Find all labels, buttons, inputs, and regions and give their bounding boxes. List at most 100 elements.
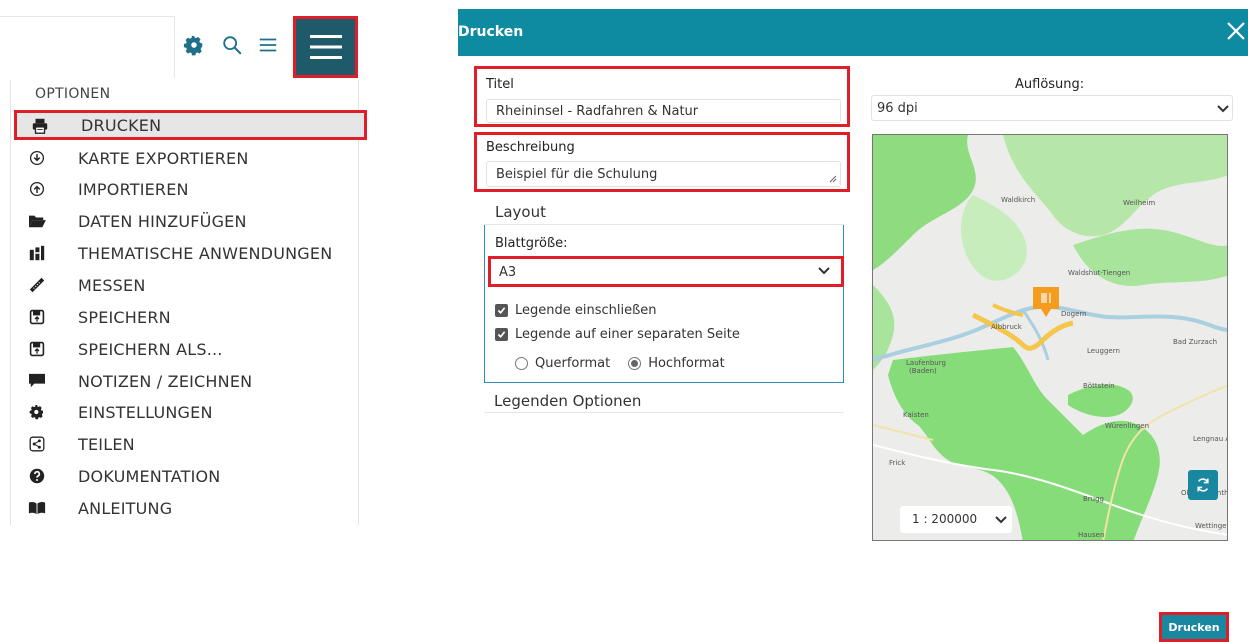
map-label-bottstein: Böttstein [1083,382,1115,390]
menu-item-messen[interactable]: MESSEN [11,269,358,301]
gear-icon [27,403,47,421]
layout-section-title: Layout [495,203,546,221]
map-canvas: Waldkirch Weilheim Waldshut-Tiengen Albb… [873,135,1228,540]
sheet-size-select[interactable]: A3 [488,256,844,287]
menu-item-drucken[interactable]: DRUCKEN [14,110,367,140]
menu-item-dokumentation[interactable]: DOKUMENTATION [11,460,358,492]
question-icon [27,467,47,485]
menu-item-label: DRUCKEN [81,115,162,135]
menu-item-label: NOTIZEN / ZEICHNEN [78,371,253,391]
ruler-icon [27,276,47,294]
menu-item-teilen[interactable]: TEILEN [11,428,358,460]
print-button[interactable]: Drucken [1159,612,1229,642]
chevron-down-icon [1217,105,1229,113]
title-field-group: Titel Rheininsel - Radfahren & Natur [474,66,850,127]
hamburger-icon [309,35,342,59]
map-label-frick: Frick [889,459,906,467]
menu-item-label: MESSEN [78,275,146,295]
menu-item-label: DOKUMENTATION [78,466,221,486]
include-legend-checkbox[interactable] [495,303,508,317]
title-input[interactable]: Rheininsel - Radfahren & Natur [486,99,841,123]
map-label-waldshut: Waldshut-Tiengen [1068,269,1130,277]
menu-item-speichern[interactable]: SPEICHERN [11,301,358,333]
book-icon [27,499,47,517]
portrait-label: Hochformat [648,355,725,371]
printer-icon [30,117,50,135]
menu-item-daten-hinzufuegen[interactable]: DATEN HINZUFÜGEN [11,205,358,237]
dialog-title: Drucken [458,24,524,40]
description-textarea[interactable]: Beispiel für die Schulung [486,161,841,187]
toolbar [0,0,358,80]
menu-item-label: TEILEN [78,434,135,454]
map-label-leuggern: Leuggern [1087,347,1120,355]
chevron-down-icon [995,516,1007,524]
resolution-label: Auflösung: [1015,77,1085,92]
separate-legend-checkbox-row[interactable]: Legende auf einer separaten Seite [495,325,740,343]
map-label-weilheim: Weilheim [1123,199,1155,207]
resize-handle-icon[interactable] [829,175,837,183]
save-icon [27,308,47,326]
folder-open-icon [27,212,47,230]
landscape-radio[interactable] [515,356,528,370]
map-label-wurenlingen: Würenlingen [1105,422,1149,430]
share-icon [27,435,47,453]
comment-icon [27,372,47,390]
resolution-value: 96 dpi [877,101,918,116]
menu-item-notizen-zeichnen[interactable]: NOTIZEN / ZEICHNEN [11,365,358,397]
menu-item-label: THEMATISCHE ANWENDUNGEN [78,243,333,263]
separate-legend-checkbox[interactable] [495,327,508,341]
hamburger-menu-button[interactable] [293,16,358,78]
menu-item-einstellungen[interactable]: EINSTELLUNGEN [11,396,358,428]
search-icon[interactable] [221,34,243,56]
map-label-dogern: Dogern [1061,310,1087,318]
menu-item-anleitung[interactable]: ANLEITUNG [11,492,358,524]
resolution-select[interactable]: 96 dpi [871,95,1233,121]
description-value: Beispiel für die Schulung [496,166,658,182]
menu-item-label: EINSTELLUNGEN [78,402,213,422]
menu-item-importieren[interactable]: IMPORTIEREN [11,173,358,205]
map-label-kaisten: Kaisten [903,411,929,419]
refresh-map-button[interactable] [1188,470,1218,500]
toolbar-separator [174,16,175,78]
include-legend-checkbox-row[interactable]: Legende einschließen [495,301,657,319]
map-label-wettingen: Wettingen [1195,522,1228,530]
map-label-laufenburg: Laufenburg [906,359,946,367]
menu-item-speichern-als[interactable]: SPEICHERN ALS... [11,333,358,365]
options-menu: OPTIONEN DRUCKEN KARTE EXPORTIEREN IMPOR… [10,80,367,525]
include-legend-label: Legende einschließen [515,302,657,318]
close-icon[interactable] [1224,19,1248,43]
save-as-icon [27,340,47,358]
sheet-size-label: Blattgröße: [495,236,568,251]
map-label-brugg: Brugg [1083,495,1104,503]
map-label-bad-zurzach: Bad Zurzach [1173,338,1217,346]
map-label-albbruck: Albbruck [991,323,1023,331]
print-dialog-header: Drucken [458,9,1248,56]
menu-item-label: DATEN HINZUFÜGEN [78,211,247,231]
legend-options-title[interactable]: Legenden Optionen [494,392,641,410]
title-input-value: Rheininsel - Radfahren & Natur [496,103,699,119]
sheet-size-value: A3 [499,265,517,280]
menu-item-label: SPEICHERN [78,307,171,327]
portrait-radio[interactable] [628,356,642,370]
map-label-laufenburg-sub: (Baden) [909,367,937,375]
toolbar-divider [0,16,174,17]
title-label: Titel [486,77,514,92]
list-icon[interactable] [257,34,279,56]
legend-options-divider [484,412,844,413]
description-field-group: Beschreibung Beispiel für die Schulung [474,132,850,192]
map-label-waldkirch: Waldkirch [1001,196,1035,204]
menu-item-label: SPEICHERN ALS... [78,339,223,359]
menu-item-label: ANLEITUNG [78,498,173,518]
gear-icon[interactable] [183,34,205,56]
map-preview[interactable]: Waldkirch Weilheim Waldshut-Tiengen Albb… [872,134,1228,541]
map-label-hausen: Hausen [1078,531,1104,539]
scale-select[interactable]: 1 : 200000 [900,506,1012,533]
landscape-label: Querformat [535,355,611,371]
orientation-radio-group: Querformat Hochformat [515,354,725,372]
menu-item-label: KARTE EXPORTIEREN [78,148,249,168]
circle-arrow-up-icon [27,180,47,198]
menu-item-thematische-anwendungen[interactable]: THEMATISCHE ANWENDUNGEN [11,237,358,269]
circle-arrow-down-icon [27,149,47,167]
menu-item-karte-exportieren[interactable]: KARTE EXPORTIEREN [11,142,358,174]
description-label: Beschreibung [486,140,575,155]
